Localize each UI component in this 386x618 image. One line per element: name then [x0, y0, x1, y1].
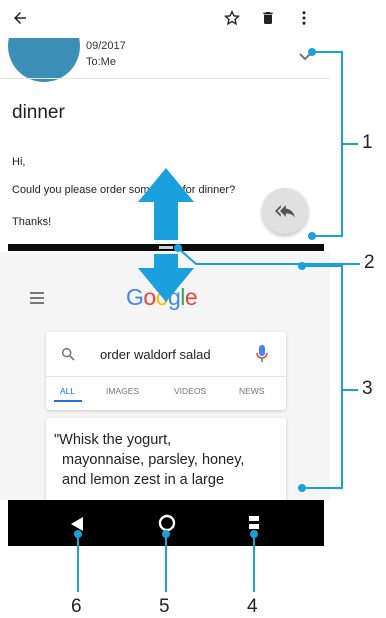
- callout-number: 5: [159, 596, 170, 617]
- drag-arrow-graphic: [138, 168, 194, 302]
- callout-number: 6: [71, 596, 82, 617]
- callout-number: 4: [247, 596, 258, 617]
- callout-number: 2: [364, 252, 375, 273]
- callout-lines: [77, 51, 360, 592]
- callout-number: 1: [362, 132, 373, 153]
- annotation-overlay: [74, 48, 360, 592]
- callout-dots: [74, 48, 316, 538]
- callout-number: 3: [362, 378, 373, 399]
